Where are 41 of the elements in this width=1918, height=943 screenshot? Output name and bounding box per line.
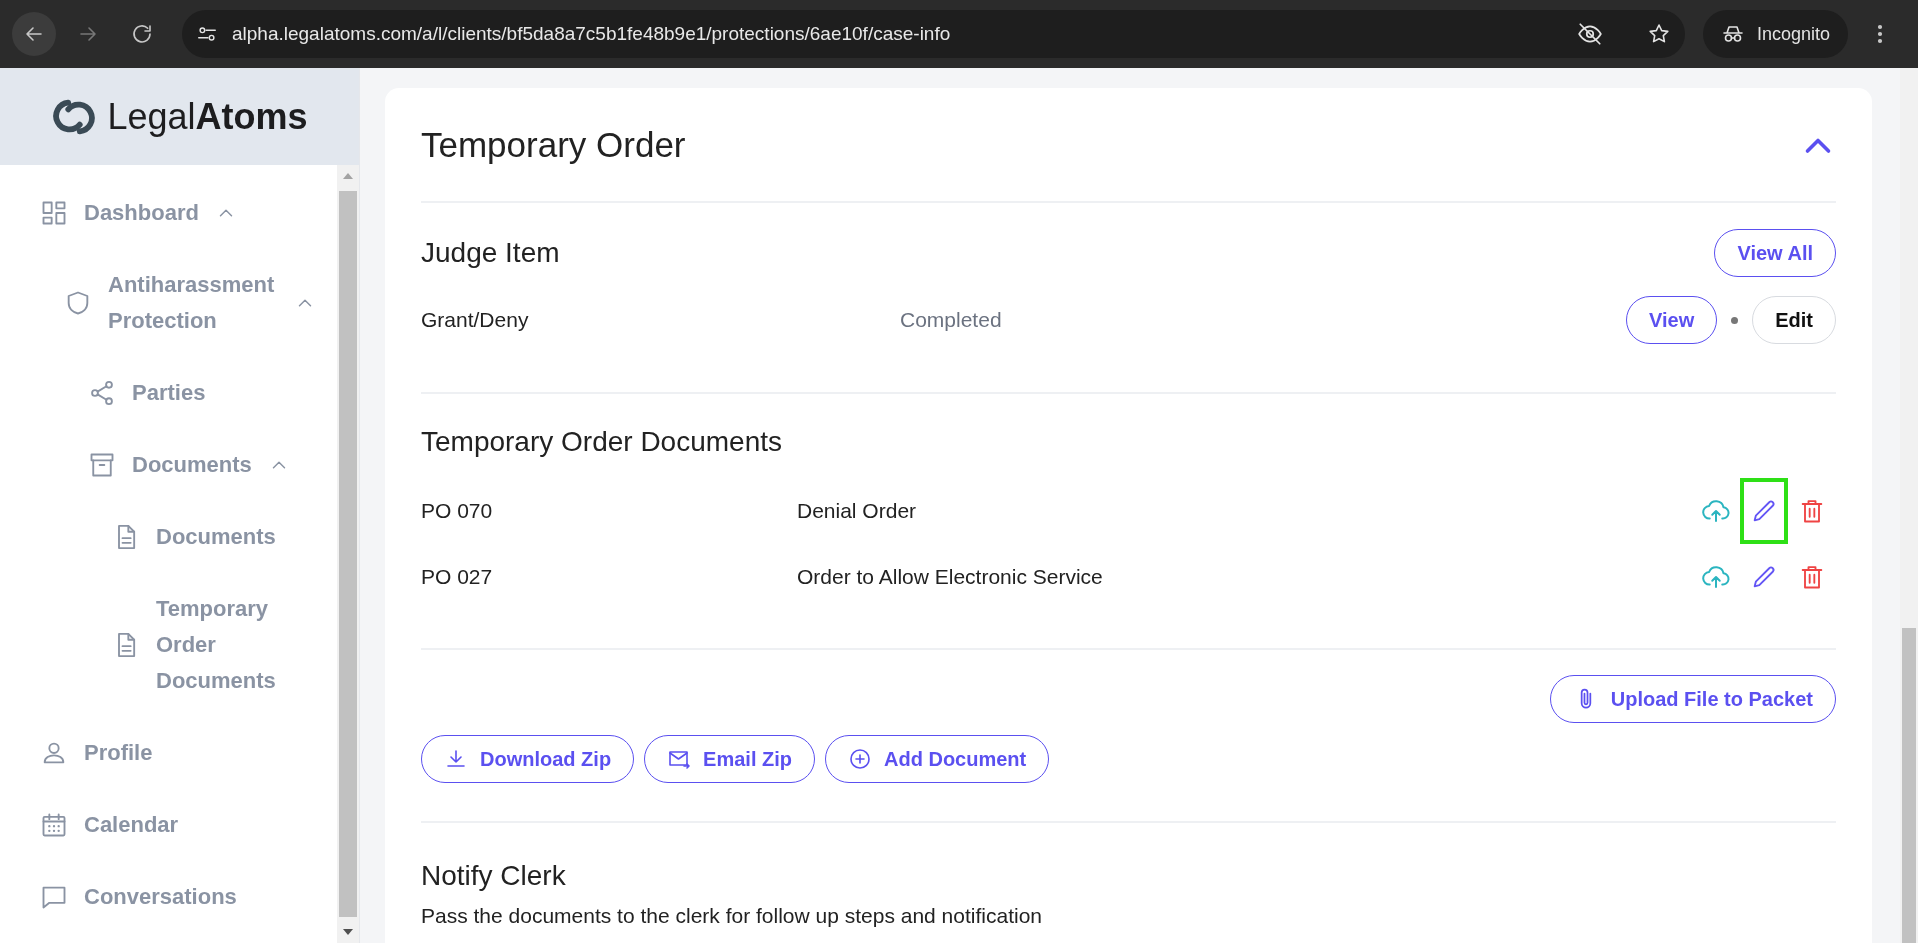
action-button[interactable]: Download Zip <box>421 735 635 783</box>
archive-icon <box>88 451 116 479</box>
calendar-icon <box>40 811 68 839</box>
upload-file-button[interactable]: Upload File to Packet <box>1549 675 1836 723</box>
section-heading: Temporary Order Documents <box>421 425 783 459</box>
action-button[interactable]: Email Zip <box>644 735 815 783</box>
document-code: PO 070 <box>421 499 494 523</box>
scrollbar[interactable] <box>337 165 359 943</box>
share-icon <box>88 379 116 407</box>
section-heading: Judge Item <box>421 237 560 269</box>
sidebar-link[interactable]: Documents <box>112 519 276 555</box>
edit-button[interactable]: Edit <box>1752 296 1836 344</box>
page-scrollbar[interactable] <box>1900 68 1918 943</box>
item-name: Grant/Deny <box>421 308 530 332</box>
url-text: alpha.legalatoms.com/a/l/clients/bf5da8a7c5b1fe48b9e1/protections/6ae10f/case-info <box>232 23 952 45</box>
separator-dot <box>1731 316 1739 324</box>
sidebar-link[interactable]: Temporary Order Documents <box>112 591 286 699</box>
view-button[interactable]: View <box>1626 296 1718 344</box>
document-title: Denial Order <box>797 499 918 523</box>
plus-circle-icon <box>848 747 872 771</box>
sidebar-link[interactable]: Dashboard <box>40 195 199 231</box>
item-status: Completed <box>900 308 1003 332</box>
reload-icon[interactable] <box>130 22 154 46</box>
address-bar[interactable]: alpha.legalatoms.com/a/l/clients/bf5da8a7c5b1fe48b9e1/protections/6ae10f/case-info <box>182 10 1685 58</box>
document-title: Order to Allow Electronic Service <box>797 565 1104 589</box>
action-button[interactable]: Add Document <box>825 735 1050 783</box>
sidebar-link[interactable]: Parties <box>88 375 206 411</box>
sidebar-link[interactable]: Calendar <box>40 807 179 843</box>
view-all-button[interactable]: View All <box>1714 229 1836 277</box>
section-heading: Notify Clerk <box>421 859 567 893</box>
incognito-chip[interactable]: Incognito <box>1702 10 1848 58</box>
grid-icon <box>40 199 68 227</box>
card-title: Temporary Order <box>421 124 686 165</box>
eye-off-icon[interactable] <box>1576 21 1603 47</box>
document-code: PO 027 <box>421 565 494 589</box>
sidebar-link[interactable]: Antiharassment Protection <box>64 267 278 339</box>
sidebar-link[interactable]: Conversations <box>40 879 237 915</box>
sidebar-link[interactable]: Profile <box>40 735 153 771</box>
section-description: Pass the documents to the clerk for follow up steps and notification <box>421 903 1043 929</box>
edit-button[interactable] <box>1740 478 1788 544</box>
sidebar-link[interactable]: Documents <box>88 447 252 483</box>
